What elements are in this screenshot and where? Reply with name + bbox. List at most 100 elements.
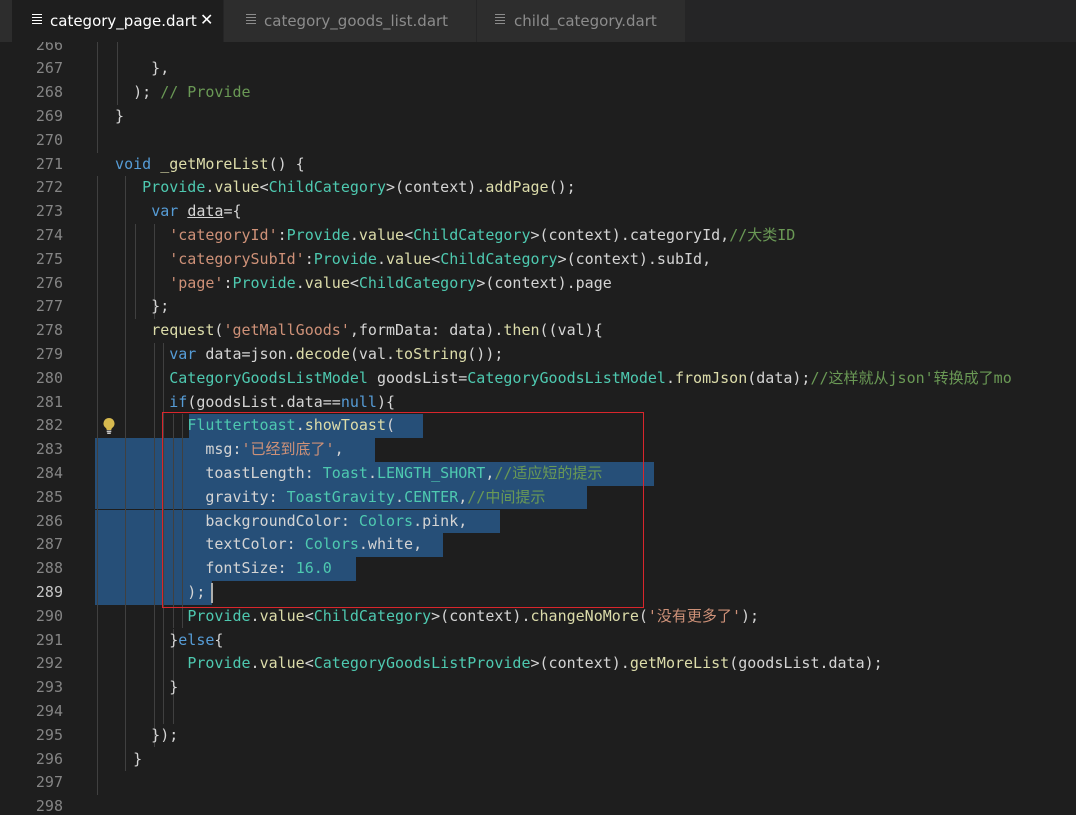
code-token: '已经到底了': [241, 440, 335, 459]
line-number: 268: [35, 83, 63, 102]
code-token: //大类ID: [729, 225, 796, 244]
code-token: ,: [334, 440, 344, 459]
line-number: 267: [35, 59, 63, 78]
code-token: .: [250, 606, 260, 625]
code-line[interactable]: Fluttertoast.showToast(: [97, 414, 395, 438]
code-token: CategoryGoodsListProvide: [313, 654, 531, 673]
tab-label: category_goods_list.dart: [264, 12, 449, 30]
tab-category-goods-list[interactable]: category_goods_list.dart: [224, 0, 476, 42]
line-number: 280: [35, 368, 63, 387]
code-token: (data);: [747, 368, 811, 387]
code-token: showToast: [304, 416, 386, 435]
code-line[interactable]: },: [97, 57, 169, 81]
tab-bar-left-strip: [0, 0, 12, 42]
code-line[interactable]: );: [97, 581, 205, 605]
code-line[interactable]: Provide.value<ChildCategory>(context).ad…: [97, 176, 576, 200]
code-token: ={: [223, 202, 242, 221]
code-line[interactable]: 'page':Provide.value<ChildCategory>(cont…: [97, 272, 612, 296]
code-line[interactable]: gravity: ToastGravity.CENTER,//中间提示: [97, 486, 545, 510]
code-token: value: [304, 273, 350, 292]
code-token: else: [178, 630, 215, 649]
code-token: //中间提示: [467, 487, 546, 506]
code-token: getMoreList: [629, 654, 730, 673]
code-token: fontSize:: [97, 559, 296, 578]
code-line[interactable]: Provide.value<ChildCategory>(context).ch…: [97, 605, 759, 629]
code-token: <: [431, 249, 441, 268]
code-token: textColor:: [97, 535, 305, 554]
line-number: 279: [35, 344, 63, 363]
code-token: >(context).: [431, 606, 531, 625]
code-editor[interactable]: 266 267 268 269 270 271 272 273 274 275 276 277 278 2…: [0, 42, 1076, 815]
code-token: <: [349, 273, 359, 292]
code-line[interactable]: ); // Provide: [97, 81, 250, 105]
code-line[interactable]: toastLength: Toast.LENGTH_SHORT,//适应短的提示: [97, 462, 602, 486]
code-line[interactable]: }: [97, 676, 178, 700]
close-icon[interactable]: ✕: [200, 10, 213, 29]
line-number: 269: [35, 106, 63, 125]
line-number: 294: [35, 701, 63, 720]
code-line[interactable]: }: [97, 105, 124, 129]
code-line[interactable]: request('getMallGoods',formData: data).t…: [97, 319, 603, 343]
code-token: 'page': [169, 273, 224, 292]
code-token: (: [638, 606, 648, 625]
code-token: Toast: [322, 463, 368, 482]
code-line[interactable]: });: [97, 724, 178, 748]
code-token: ());: [467, 344, 504, 363]
code-line[interactable]: var data={: [97, 200, 242, 224]
code-token: .: [295, 416, 305, 435]
code-token: .: [349, 225, 359, 244]
tab-label: child_category.dart: [514, 12, 657, 30]
code-token: (val.: [349, 344, 396, 363]
code-token: <: [304, 606, 314, 625]
code-token: );: [97, 83, 161, 102]
text-cursor: [211, 582, 213, 603]
code-token: '没有更多了': [647, 606, 741, 625]
code-token: <: [304, 654, 314, 673]
tab-child-category[interactable]: child_category.dart: [477, 0, 685, 42]
code-line[interactable]: 'categoryId':Provide.value<ChildCategory…: [97, 224, 795, 248]
code-token: Provide: [232, 273, 296, 292]
code-token: then: [503, 321, 540, 340]
code-line[interactable]: backgroundColor: Colors.pink,: [97, 510, 467, 534]
code-line[interactable]: };: [97, 295, 169, 319]
code-token: msg:: [97, 440, 242, 459]
code-token: ,: [458, 487, 468, 506]
code-line[interactable]: void _getMoreList() {: [97, 153, 305, 177]
code-token: Colors: [304, 535, 359, 554]
code-token: CENTER: [404, 487, 459, 506]
tab-category-page[interactable]: category_page.dart ✕: [12, 0, 223, 42]
code-line[interactable]: var data=json.decode(val.toString());: [97, 343, 503, 367]
code-token: >(context).page: [476, 273, 612, 292]
code-token: _getMoreList: [160, 154, 269, 173]
code-token: .white,: [358, 535, 423, 554]
code-token: .: [665, 368, 675, 387]
code-token: ();: [548, 178, 576, 197]
code-line[interactable]: textColor: Colors.white,: [97, 533, 422, 557]
code-line[interactable]: Provide.value<CategoryGoodsListProvide>(…: [97, 652, 882, 676]
code-line[interactable]: fontSize: 16.0: [97, 557, 331, 581]
code-token: Fluttertoast: [187, 416, 296, 435]
code-line[interactable]: msg:'已经到底了',: [97, 438, 344, 462]
line-number: 296: [35, 749, 63, 768]
code-line[interactable]: }: [97, 748, 142, 772]
code-line[interactable]: if(goodsList.data==null){: [97, 391, 395, 415]
code-token: goodsList=: [367, 368, 468, 387]
code-token: );: [740, 606, 760, 625]
tab-bar: category_page.dart ✕ category_goods_list…: [0, 0, 1076, 42]
code-token: <: [259, 178, 269, 197]
code-token: var: [151, 202, 179, 221]
code-token: ChildCategory: [268, 178, 386, 197]
line-number: 270: [35, 130, 63, 149]
code-line[interactable]: }else{: [97, 629, 223, 653]
code-line[interactable]: 'categorySubId':Provide.value<ChildCateg…: [97, 248, 711, 272]
line-number: 278: [35, 321, 63, 340]
line-number: 290: [35, 606, 63, 625]
code-line[interactable]: CategoryGoodsListModel goodsList=Categor…: [97, 367, 1012, 391]
